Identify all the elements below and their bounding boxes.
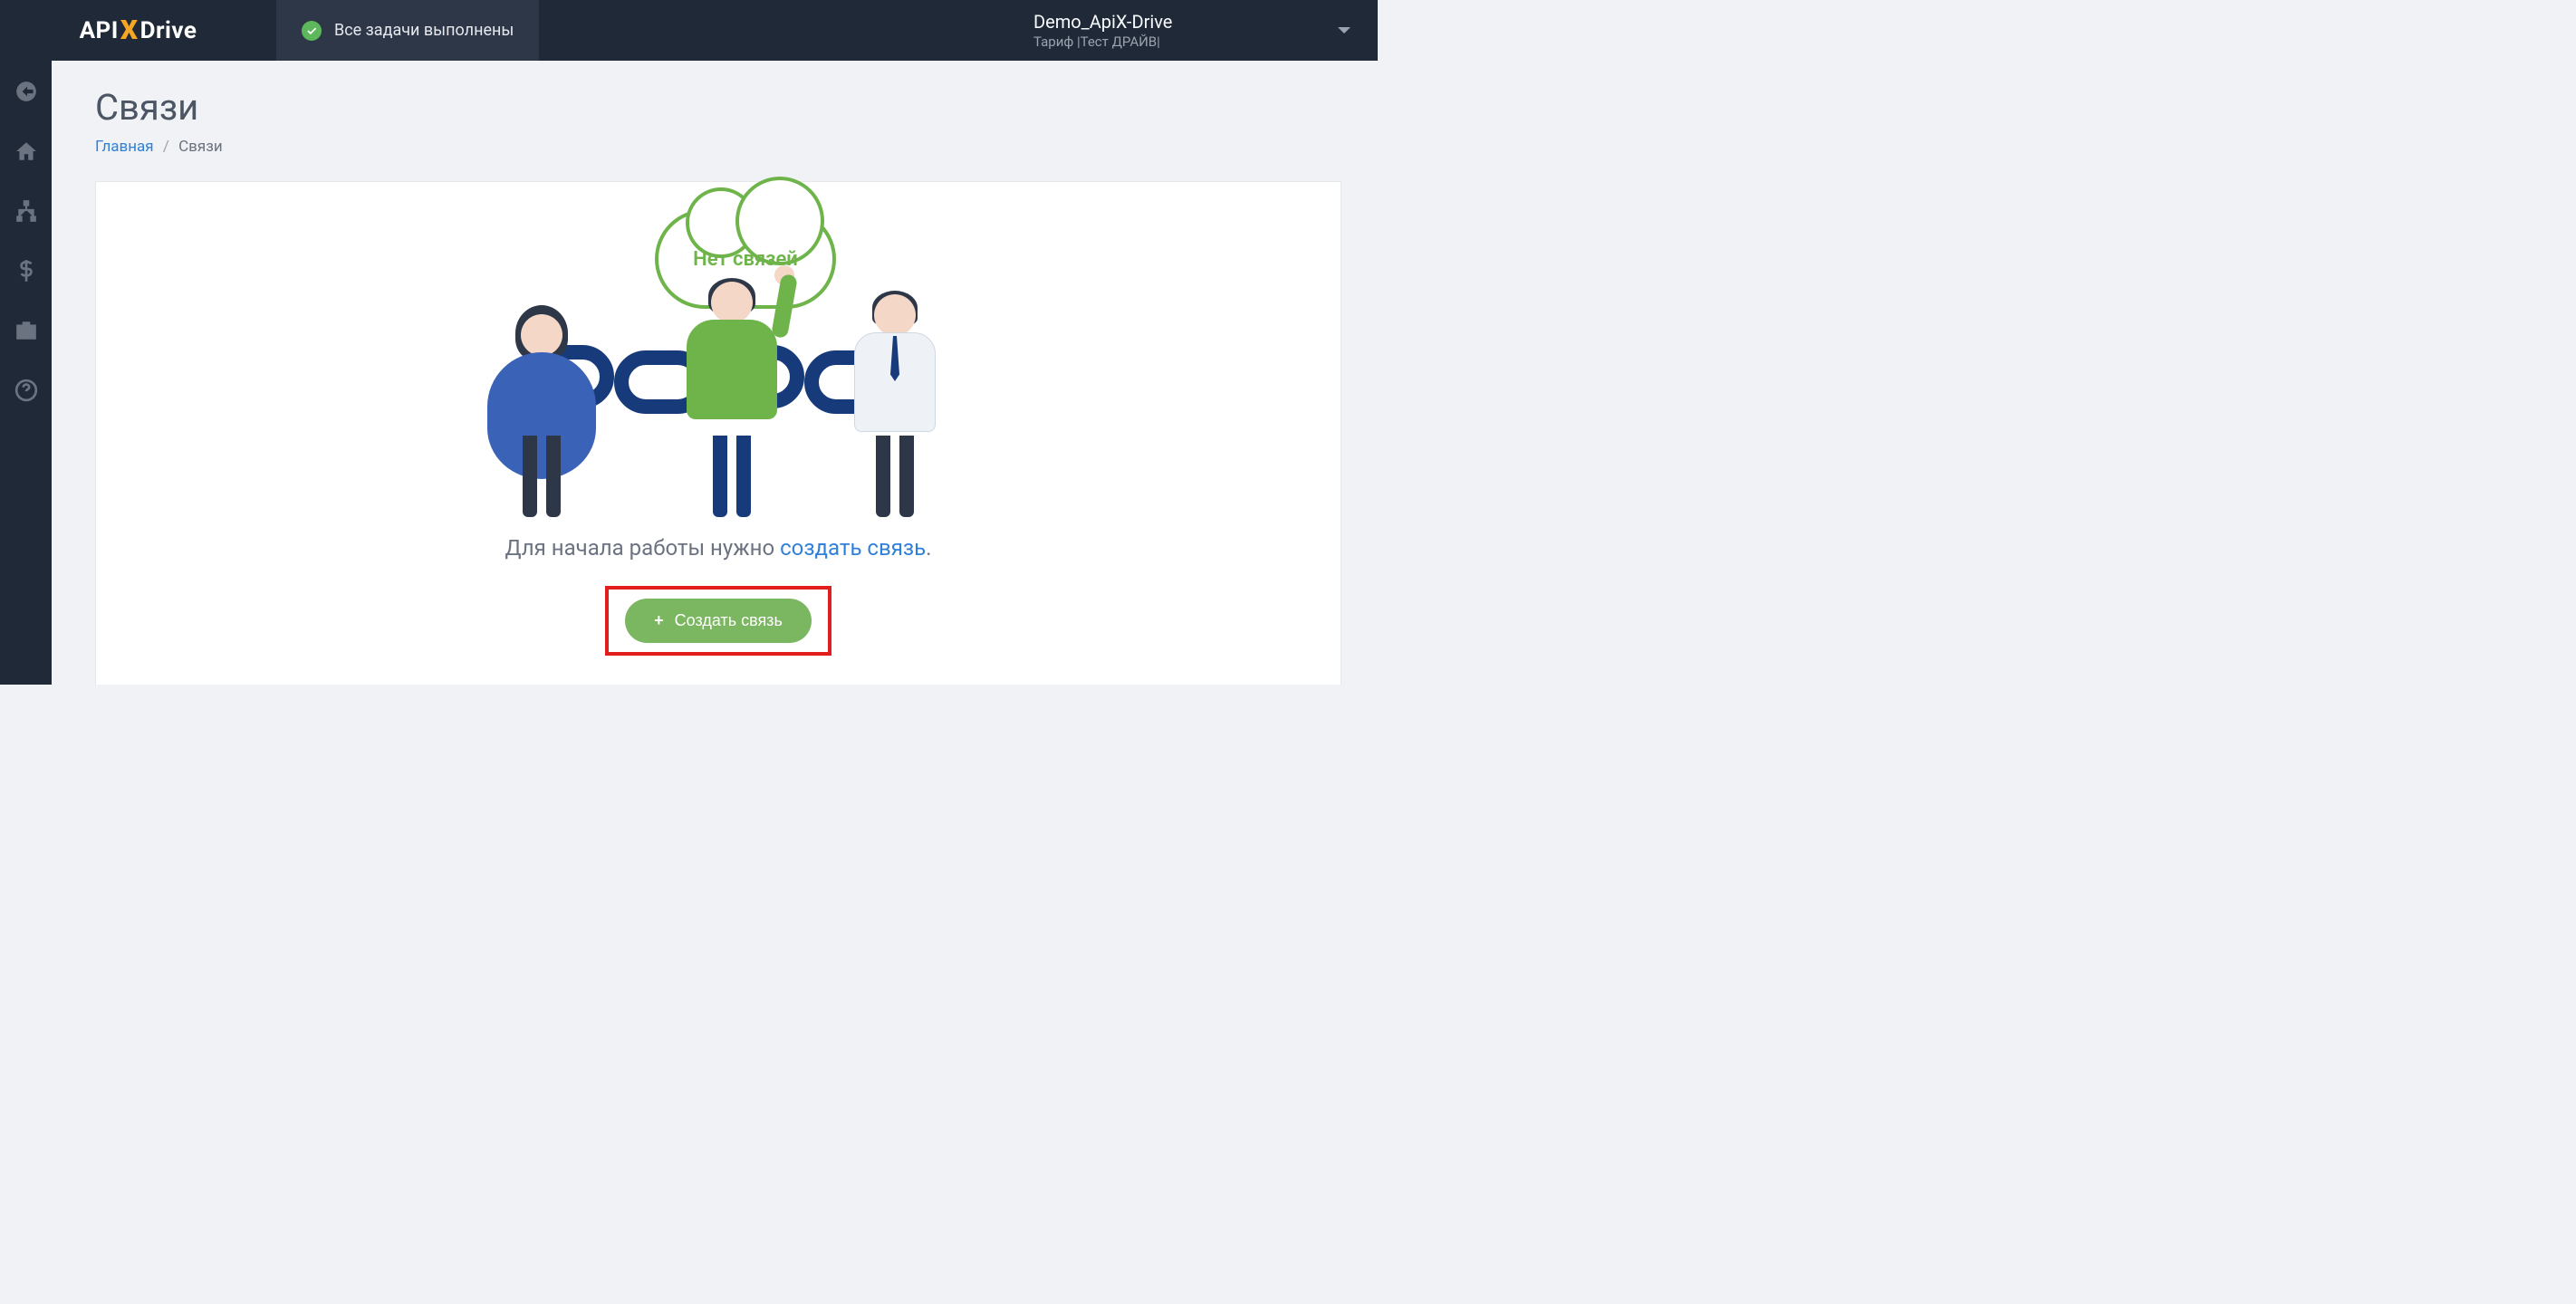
cta-prefix: Для начала работы нужно (505, 535, 781, 561)
page-title: Связи (95, 86, 1341, 129)
logo-part-drive: Drive (140, 17, 197, 44)
tasks-status-text: Все задачи выполнены (334, 21, 514, 40)
sidebar-item-connections[interactable] (0, 191, 52, 231)
plus-icon: + (654, 611, 664, 630)
create-button-label: Создать связь (675, 611, 783, 630)
sidebar-item-enter[interactable] (0, 72, 52, 111)
empty-state-text: Для начала работы нужно создать связь. (505, 535, 932, 561)
enter-icon (14, 80, 38, 103)
account-tariff: Тариф |Тест ДРАЙВ| (1033, 34, 1172, 52)
check-circle-icon (302, 21, 322, 41)
home-icon (14, 139, 38, 163)
app-header: APIXDrive Все задачи выполнены Demo_ApiX… (0, 0, 1378, 61)
breadcrumb-separator: / (163, 138, 169, 156)
tasks-status-chip[interactable]: Все задачи выполнены (276, 0, 539, 61)
empty-state-illustration: Нет связей (465, 209, 972, 517)
highlight-annotation: + Создать связь (605, 586, 831, 656)
app-logo[interactable]: APIXDrive (0, 0, 276, 61)
account-name: Demo_ApiX-Drive (1033, 10, 1172, 34)
sidebar-item-home[interactable] (0, 131, 52, 171)
breadcrumb: Главная / Связи (95, 138, 1341, 156)
cloud-label: Нет связей (693, 248, 798, 271)
create-connection-link[interactable]: создать связь (780, 535, 926, 561)
logo-part-x: X (120, 14, 139, 46)
logo-part-api: API (80, 17, 119, 44)
help-icon (14, 379, 38, 402)
dollar-icon (14, 259, 38, 283)
person-figure (474, 309, 610, 517)
person-figure (827, 291, 963, 517)
person-figure (664, 282, 800, 517)
connections-card: Нет связей (95, 181, 1341, 685)
sidebar-nav (0, 61, 52, 685)
breadcrumb-current: Связи (178, 138, 223, 156)
main-content: Связи Главная / Связи Нет связей (52, 61, 1378, 685)
sidebar-item-help[interactable] (0, 370, 52, 410)
caret-down-icon (1338, 27, 1350, 34)
sidebar-item-business[interactable] (0, 311, 52, 350)
sitemap-icon (14, 199, 38, 223)
breadcrumb-home-link[interactable]: Главная (95, 138, 154, 156)
create-connection-button[interactable]: + Создать связь (625, 599, 812, 643)
sidebar-item-billing[interactable] (0, 251, 52, 291)
cta-suffix: . (926, 535, 931, 561)
account-menu[interactable]: Demo_ApiX-Drive Тариф |Тест ДРАЙВ| (1015, 0, 1378, 61)
briefcase-icon (14, 319, 38, 342)
